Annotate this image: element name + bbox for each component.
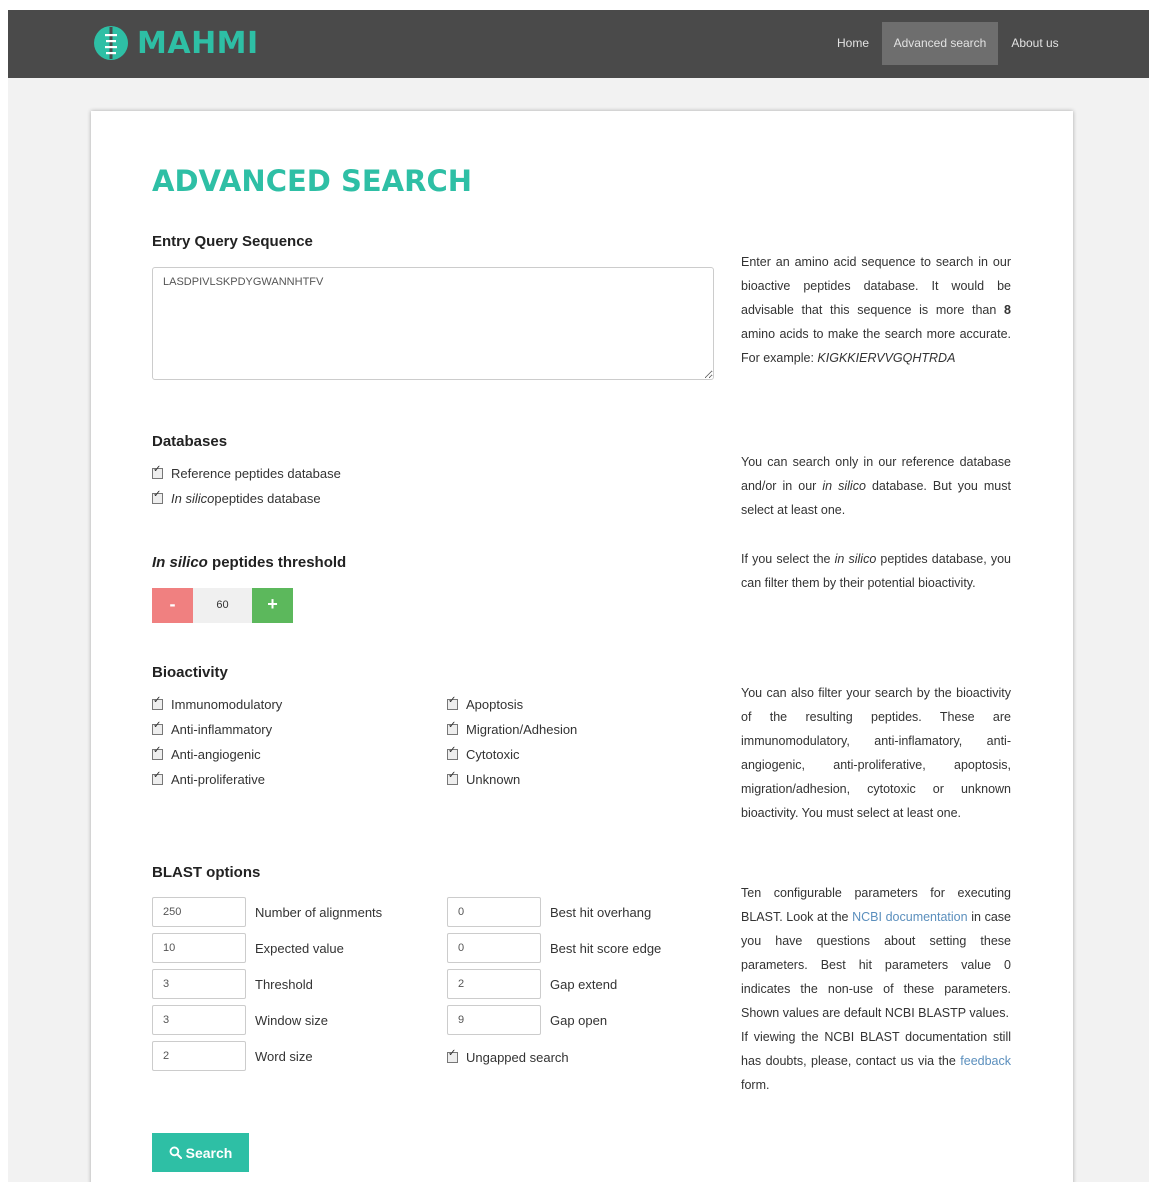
num-alignments-label: Number of alignments: [255, 905, 383, 920]
blast-section-title: BLAST options: [152, 864, 261, 881]
checkbox-label: Apoptosis: [466, 697, 524, 712]
gap-extend-label: Gap extend: [550, 977, 618, 992]
bioactivity-checkbox[interactable]: Anti-inflammatory: [152, 720, 273, 737]
databases-help: You can search only in our reference dat…: [741, 450, 1011, 522]
checkbox-icon[interactable]: [447, 770, 458, 785]
checkbox-icon[interactable]: [152, 464, 163, 479]
threshold-title-em: In silico: [152, 554, 208, 571]
ncbi-documentation-link[interactable]: NCBI documentation: [852, 910, 968, 924]
blast-help: Ten configurable parameters for executin…: [741, 881, 1011, 1097]
threshold-help-em: in silico: [834, 552, 877, 566]
threshold-help-text: If you select the: [741, 552, 835, 566]
expected-value-label: Expected value: [255, 941, 344, 956]
query-help-text: Enter an amino acid sequence to search i…: [741, 255, 1011, 317]
query-section-title: Entry Query Sequence: [152, 233, 313, 250]
query-sequence-input[interactable]: LASDPIVLSKPDYGWANNHTFV: [152, 267, 714, 380]
word-size-input[interactable]: 2: [152, 1041, 246, 1071]
page-title: ADVANCED SEARCH: [152, 164, 472, 198]
bioactivity-checkbox[interactable]: Anti-proliferative: [152, 770, 265, 787]
navbar: MAHMI Home Advanced search About us: [8, 10, 1149, 78]
decrement-button[interactable]: -: [152, 588, 193, 623]
gap-open-input[interactable]: 9: [447, 1005, 541, 1035]
bioactivity-section-title: Bioactivity: [152, 664, 228, 681]
best-hit-score-edge-input[interactable]: 0: [447, 933, 541, 963]
reference-db-checkbox[interactable]: Reference peptides database: [152, 464, 341, 481]
search-icon: [169, 1146, 182, 1159]
bioactivity-checkbox[interactable]: Unknown: [447, 770, 521, 787]
query-help-example: KIGKKIERVVGQHTRDA: [817, 351, 956, 365]
num-alignments-input[interactable]: 250: [152, 897, 246, 927]
databases-help-em: in silico: [822, 479, 866, 493]
checkbox-label: Anti-angiogenic: [171, 747, 261, 762]
threshold-input[interactable]: 3: [152, 969, 246, 999]
best-hit-overhang-input[interactable]: 0: [447, 897, 541, 927]
bioactivity-checkbox[interactable]: Apoptosis: [447, 695, 524, 712]
checkbox-label: Immunomodulatory: [171, 697, 283, 712]
blast-help-text-2: in case you have questions about setting…: [741, 910, 1011, 1020]
checkbox-label: Ungapped search: [466, 1050, 569, 1065]
insilico-db-checkbox[interactable]: In silico peptides database: [152, 489, 321, 506]
threshold-section-title: In silico peptides threshold: [152, 554, 346, 571]
checkbox-icon[interactable]: [152, 770, 163, 785]
threshold-stepper: - 60 +: [152, 588, 293, 623]
gap-open-label: Gap open: [550, 1013, 608, 1028]
checkbox-icon[interactable]: [152, 745, 163, 760]
checkbox-label: Reference peptides database: [171, 466, 341, 481]
nav-home[interactable]: Home: [828, 22, 878, 65]
bioactivity-help: You can also filter your search by the b…: [741, 686, 1011, 820]
bioactivity-checkbox[interactable]: Cytotoxic: [447, 745, 520, 762]
logo[interactable]: MAHMI: [93, 23, 259, 63]
nav-advanced-search[interactable]: Advanced search: [882, 22, 998, 65]
checkbox-label: peptides database: [214, 491, 321, 506]
checkbox-label: Cytotoxic: [466, 747, 520, 762]
checkbox-icon[interactable]: [447, 745, 458, 760]
window-size-label: Window size: [255, 1013, 328, 1028]
query-help: Enter an amino acid sequence to search i…: [741, 250, 1011, 370]
checkbox-label: Anti-proliferative: [171, 772, 265, 787]
expected-value-input[interactable]: 10: [152, 933, 246, 963]
bioactivity-checkbox[interactable]: Anti-angiogenic: [152, 745, 261, 762]
query-help-min-length: 8: [1004, 303, 1011, 317]
checkbox-label: Anti-inflammatory: [171, 722, 273, 737]
checkbox-icon[interactable]: [447, 695, 458, 710]
threshold-label: Threshold: [255, 977, 313, 992]
checkbox-icon[interactable]: [447, 1048, 458, 1063]
browser-viewport: MAHMI Home Advanced search About us ADVA…: [8, 10, 1149, 1182]
increment-button[interactable]: +: [252, 588, 293, 623]
checkbox-label-em: In silico: [171, 491, 215, 506]
logo-text: MAHMI: [137, 25, 259, 61]
checkbox-icon[interactable]: [152, 489, 163, 504]
checkbox-icon[interactable]: [447, 720, 458, 735]
search-button-label: Search: [185, 1144, 233, 1161]
dna-logo-icon: [94, 26, 128, 60]
best-hit-score-edge-label: Best hit score edge: [550, 941, 662, 956]
window-size-input[interactable]: 3: [152, 1005, 246, 1035]
databases-section-title: Databases: [152, 433, 228, 450]
threshold-value[interactable]: 60: [193, 588, 252, 623]
feedback-link[interactable]: feedback: [960, 1054, 1011, 1068]
best-hit-overhang-label: Best hit overhang: [550, 905, 652, 920]
checkbox-label: Migration/Adhesion: [466, 722, 578, 737]
gap-extend-input[interactable]: 2: [447, 969, 541, 999]
main-card: ADVANCED SEARCH Entry Query Sequence LAS…: [91, 111, 1073, 1182]
bioactivity-checkbox[interactable]: Migration/Adhesion: [447, 720, 578, 737]
threshold-help: If you select the in silico peptides dat…: [741, 547, 1011, 595]
checkbox-icon[interactable]: [152, 720, 163, 735]
blast-help-text-4: form.: [741, 1078, 770, 1092]
word-size-label: Word size: [255, 1049, 313, 1064]
checkbox-label: Unknown: [466, 772, 521, 787]
ungapped-search-checkbox[interactable]: Ungapped search: [447, 1048, 569, 1065]
search-button[interactable]: Search: [152, 1133, 249, 1172]
nav-about-us[interactable]: About us: [1004, 22, 1066, 65]
threshold-title-rest: peptides threshold: [207, 554, 347, 571]
bioactivity-checkbox[interactable]: Immunomodulatory: [152, 695, 283, 712]
checkbox-icon[interactable]: [152, 695, 163, 710]
